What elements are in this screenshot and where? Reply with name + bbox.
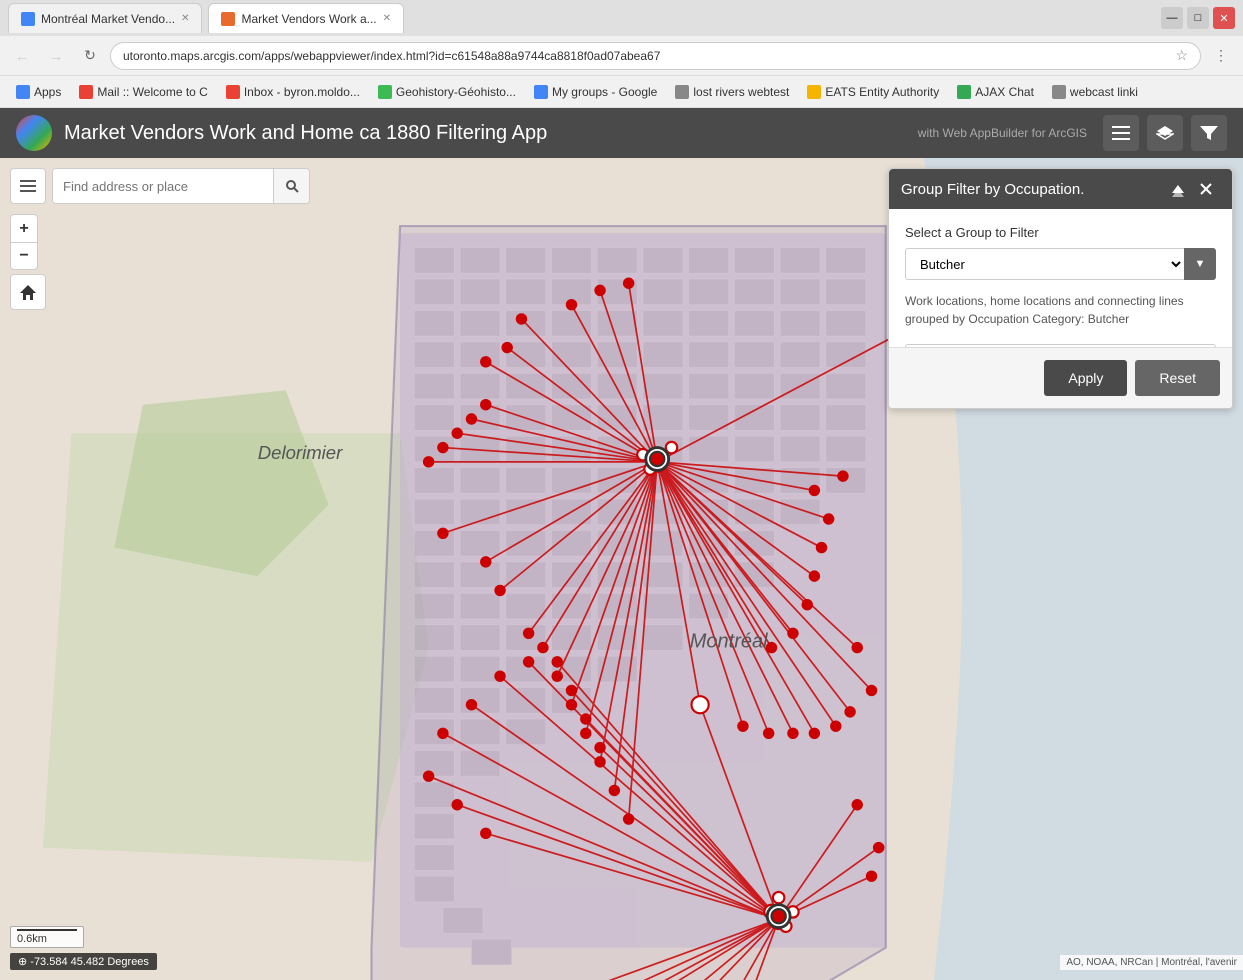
- title-bar: Montréal Market Vendo... ✕ Market Vendor…: [0, 0, 1243, 36]
- close-button[interactable]: ✕: [1213, 7, 1235, 29]
- panel-title: Group Filter by Occupation.: [901, 181, 1164, 198]
- panel-close-button[interactable]: [1192, 175, 1220, 203]
- ajax-icon: [957, 85, 971, 99]
- bookmark-lost-label: lost rivers webtest: [693, 85, 789, 99]
- layer-toggle-button[interactable]: [10, 168, 46, 204]
- select-wrapper: Butcher ▼: [905, 248, 1216, 280]
- mail-icon: [79, 85, 93, 99]
- bookmark-mygroups[interactable]: My groups - Google: [526, 83, 665, 101]
- bookmark-ajax-label: AJAX Chat: [975, 85, 1034, 99]
- lost-icon: [675, 85, 689, 99]
- section-label: Select a Group to Filter: [905, 225, 1216, 240]
- webcast-icon: [1052, 85, 1066, 99]
- tab-1-close[interactable]: ✕: [181, 13, 189, 24]
- reset-button[interactable]: Reset: [1135, 360, 1220, 396]
- bookmark-webcast[interactable]: webcast linki: [1044, 83, 1146, 101]
- bookmark-gmail[interactable]: Inbox - byron.moldo...: [218, 83, 368, 101]
- apply-button[interactable]: Apply: [1044, 360, 1127, 396]
- bookmark-geo-label: Geohistory-Géohisto...: [396, 85, 516, 99]
- zoom-controls: + −: [10, 214, 38, 270]
- bookmark-apps[interactable]: Apps: [8, 83, 69, 101]
- search-button[interactable]: [273, 169, 309, 203]
- tab-2-close[interactable]: ✕: [383, 13, 391, 24]
- montreal-label: Montréal: [690, 631, 768, 653]
- occupation-select[interactable]: Butcher: [905, 248, 1184, 280]
- address-bar[interactable]: utoronto.maps.arcgis.com/apps/webappview…: [110, 42, 1201, 70]
- forward-button[interactable]: →: [42, 42, 70, 70]
- geo-icon: [378, 85, 392, 99]
- app-subtitle: with Web AppBuilder for ArcGIS: [918, 126, 1087, 140]
- bookmark-eats[interactable]: EATS Entity Authority: [799, 83, 947, 101]
- address-bar-row: ← → ↻ utoronto.maps.arcgis.com/apps/weba…: [0, 36, 1243, 76]
- header-icons: [1103, 115, 1227, 151]
- apps-icon: [16, 85, 30, 99]
- scale-label: 0.6km: [17, 933, 47, 945]
- tab-2-favicon: [221, 12, 235, 26]
- app-header: Market Vendors Work and Home ca 1880 Fil…: [0, 108, 1243, 158]
- back-button[interactable]: ←: [8, 42, 36, 70]
- bookmark-mygroups-label: My groups - Google: [552, 85, 657, 99]
- map-area[interactable]: Montréal Delorimier Westmount: [0, 158, 1243, 980]
- search-input[interactable]: [53, 169, 273, 203]
- app-logo: [16, 115, 52, 151]
- app-title: Market Vendors Work and Home ca 1880 Fil…: [64, 122, 918, 145]
- tab-1-favicon: [21, 12, 35, 26]
- bookmark-geo[interactable]: Geohistory-Géohisto...: [370, 83, 524, 101]
- layers-icon-button[interactable]: [1147, 115, 1183, 151]
- bookmark-webcast-label: webcast linki: [1070, 85, 1138, 99]
- bookmark-gmail-label: Inbox - byron.moldo...: [244, 85, 360, 99]
- tab-2-label: Market Vendors Work a...: [241, 12, 376, 26]
- bookmark-eats-label: EATS Entity Authority: [825, 85, 939, 99]
- list-icon-button[interactable]: [1103, 115, 1139, 151]
- arrow-down-icon: ▼: [1195, 258, 1206, 270]
- maximize-button[interactable]: □: [1187, 7, 1209, 29]
- window-controls: — □ ✕: [1161, 7, 1235, 29]
- bookmark-apps-label: Apps: [34, 85, 61, 99]
- tab-1-label: Montréal Market Vendo...: [41, 12, 175, 26]
- eats-icon: [807, 85, 821, 99]
- tab-1[interactable]: Montréal Market Vendo... ✕: [8, 3, 202, 33]
- zoom-out-button[interactable]: −: [10, 242, 38, 270]
- map-toolbar: [10, 168, 310, 204]
- home-button[interactable]: [10, 274, 46, 310]
- settings-button[interactable]: ⋮: [1207, 42, 1235, 70]
- zoom-in-button[interactable]: +: [10, 214, 38, 242]
- minimize-button[interactable]: —: [1161, 7, 1183, 29]
- scale-bar: 0.6km: [10, 926, 84, 948]
- panel-collapse-button[interactable]: [1164, 175, 1192, 203]
- bookmark-ajax[interactable]: AJAX Chat: [949, 83, 1042, 101]
- panel-header: Group Filter by Occupation.: [889, 169, 1232, 209]
- search-bar: [52, 168, 310, 204]
- attribution-text: AO, NOAA, NRCan | Montréal, l'avenir: [1066, 957, 1237, 968]
- bookmark-lost[interactable]: lost rivers webtest: [667, 83, 797, 101]
- map-attribution: AO, NOAA, NRCan | Montréal, l'avenir: [1060, 955, 1243, 970]
- reload-button[interactable]: ↻: [76, 42, 104, 70]
- side-panel: Group Filter by Occupation. Select a Gro…: [888, 168, 1233, 409]
- coordinates-text: -73.584 45.482 Degrees: [30, 956, 149, 968]
- tab-2[interactable]: Market Vendors Work a... ✕: [208, 3, 404, 33]
- panel-description: Work locations, home locations and conne…: [905, 292, 1216, 328]
- gmail-icon: [226, 85, 240, 99]
- mygroups-icon: [534, 85, 548, 99]
- delorimier-label: Delorimier: [258, 442, 343, 463]
- filter-icon-button[interactable]: [1191, 115, 1227, 151]
- bookmark-mail[interactable]: Mail :: Welcome to C: [71, 83, 215, 101]
- bookmarks-bar: Apps Mail :: Welcome to C Inbox - byron.…: [0, 76, 1243, 108]
- url-text: utoronto.maps.arcgis.com/apps/webappview…: [123, 49, 1175, 63]
- coordinates-display: ⊕ -73.584 45.482 Degrees: [10, 953, 157, 970]
- panel-actions: Apply Reset: [889, 347, 1232, 408]
- select-arrow-button[interactable]: ▼: [1184, 248, 1216, 280]
- app-container: Market Vendors Work and Home ca 1880 Fil…: [0, 108, 1243, 980]
- bookmark-icon[interactable]: ☆: [1175, 47, 1188, 64]
- bookmark-mail-label: Mail :: Welcome to C: [97, 85, 207, 99]
